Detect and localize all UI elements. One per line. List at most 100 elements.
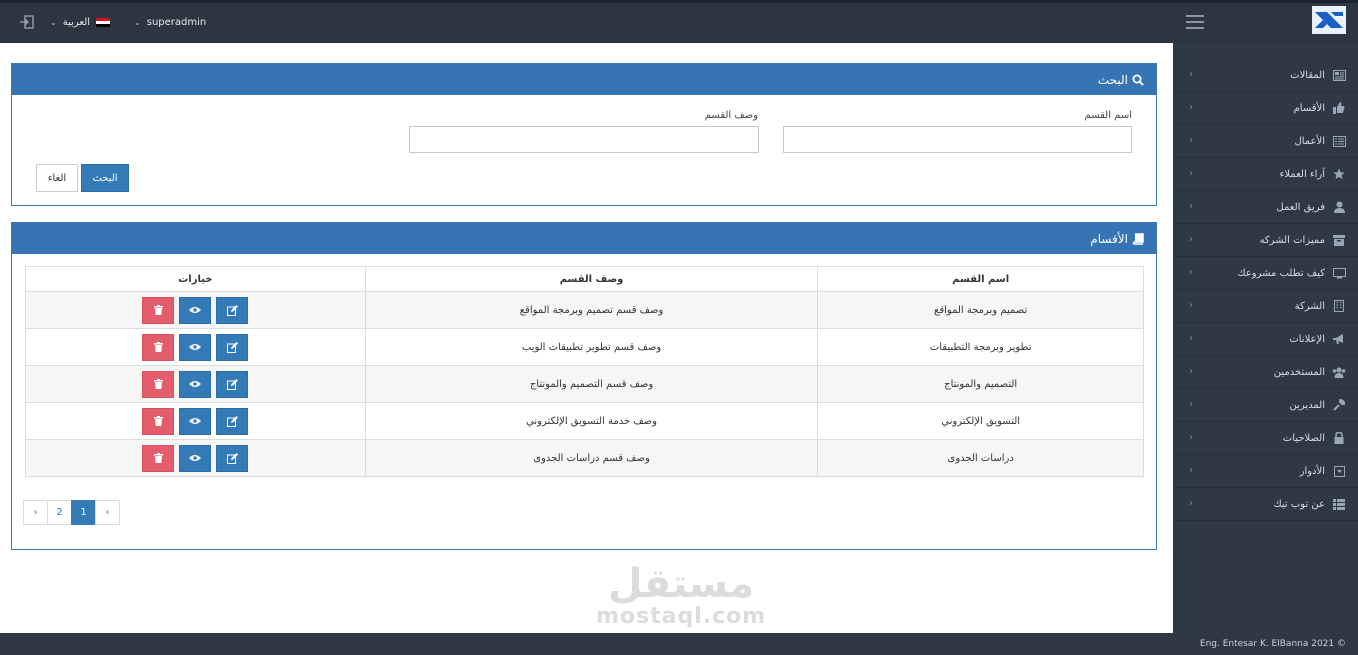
cancel-button[interactable]: الغاء [36,164,78,192]
sidebar-item-label: الإعلانات [1289,333,1325,345]
chevron-left-icon: ‹ [1189,267,1193,278]
view-button[interactable] [179,333,212,361]
cell-options [25,328,366,366]
search-button[interactable]: البحث [81,164,129,192]
view-button[interactable] [179,444,212,472]
sidebar-item[interactable]: مميزات الشركه ‹ [1173,224,1358,257]
users-icon [1332,366,1346,378]
cell-section-name: دراسات الجدوى [817,439,1144,477]
chevron-left-icon: ‹ [1189,498,1193,509]
pagination-next[interactable]: ‹ [95,500,120,525]
chevron-left-icon: ‹ [1189,234,1193,245]
sidebar-item[interactable]: الأعمال ‹ [1173,125,1358,158]
pagination-page-1[interactable]: 1 [71,500,96,525]
edit-button[interactable] [216,370,249,398]
sidebar-item[interactable]: المديرين ‹ [1173,389,1358,422]
trash-icon [153,379,163,389]
sidebar-item-label: فريق العمل [1276,201,1325,213]
pagination-prev[interactable]: › [23,500,48,525]
edit-icon [226,415,238,427]
table-row: دراسات الجدوى وصف قسم دراسات الجدوى [25,439,1144,477]
sidebar-item-label: المقالات [1290,69,1325,81]
cell-section-name: تصميم وبرمجة المواقع [817,291,1144,329]
edit-button[interactable] [216,407,249,435]
cell-section-name: تطوير وبرمجة التطبيقات [817,328,1144,366]
table-row: التصميم والمونتاج وصف قسم التصميم والمونت… [25,365,1144,403]
cell-section-name: التسويق الإلكتروني [817,402,1144,440]
sidebar-item-label: الشركة [1294,300,1325,312]
navbar-left-group: ⌄ العربية ⌄ superadmin [18,13,206,31]
sidebar-item[interactable]: الصلاحيات ‹ [1173,422,1358,455]
book-icon [1132,232,1144,245]
delete-button[interactable] [142,407,175,435]
sidebar-item[interactable]: المقالات ‹ [1173,59,1358,92]
sections-panel-header: الأقسام [12,223,1156,254]
sidebar-item[interactable]: آراء العملاء ‹ [1173,158,1358,191]
sidebar-item[interactable]: المستخدمين ‹ [1173,356,1358,389]
chevron-left-icon: ‹ [1189,168,1193,179]
sidebar-item-label: كيف تطلب مشروعك [1237,267,1325,279]
pagination-page-2[interactable]: 2 [47,500,72,525]
cell-options [25,365,366,403]
view-button[interactable] [179,296,212,324]
chevron-left-icon: ‹ [1189,102,1193,113]
menu-toggle-button[interactable] [1186,15,1204,29]
edit-button[interactable] [216,333,249,361]
search-panel-header: البحث [12,64,1156,95]
cell-section-name: التصميم والمونتاج [817,365,1144,403]
square-caret-icon [1332,465,1346,477]
row-actions [26,333,365,361]
sidebar-item-label: المستخدمين [1273,366,1325,378]
sidebar-item[interactable]: الشركة ‹ [1173,290,1358,323]
section-desc-input[interactable] [409,126,759,153]
section-name-label: اسم القسم [1084,110,1132,121]
table-header-row: اسم القسم وصف القسم خيارات [25,266,1144,292]
chevron-left-icon: ‹ [1189,366,1193,377]
delete-button[interactable] [142,296,175,324]
cell-section-desc: وصف خدمة التسويق الإلكتروني [364,402,819,440]
edit-icon [226,304,238,316]
sidebar-item[interactable]: الأقسام ‹ [1173,92,1358,125]
watermark-arabic: مستقل [607,561,755,607]
sidebar-item-label: المديرين [1289,399,1325,411]
egypt-flag-icon [96,17,111,27]
edit-icon [226,378,238,390]
edit-button[interactable] [216,296,249,324]
sidebar-item[interactable]: كيف تطلب مشروعك ‹ [1173,257,1358,290]
search-panel: البحث اسم القسم وصف القسم [11,63,1157,206]
top-navbar: ⌄ العربية ⌄ superadmin [0,0,1358,43]
sections-panel: الأقسام اسم القسم وصف القسم خيارات تصميم… [11,222,1157,550]
list-icon [1332,498,1346,510]
archive-icon [1332,234,1346,246]
cell-options [25,291,366,329]
footer: Eng. Entesar K. ElBanna 2021 © [0,633,1358,655]
search-icon [1132,74,1144,86]
delete-button[interactable] [142,444,175,472]
sidebar-item[interactable]: الإعلانات ‹ [1173,323,1358,356]
chevron-left-icon: ‹ [1189,333,1193,344]
view-button[interactable] [179,370,212,398]
chevron-left-icon: ‹ [1189,201,1193,212]
edit-icon [226,341,238,353]
section-desc-label: وصف القسم [704,110,758,121]
language-dropdown[interactable]: ⌄ العربية [50,17,111,28]
section-name-input[interactable] [783,126,1132,153]
logo[interactable] [1312,6,1346,34]
sidebar-item-label: الأقسام [1293,102,1325,114]
sections-panel-title: الأقسام [1090,231,1128,246]
delete-button[interactable] [142,333,175,361]
delete-button[interactable] [142,370,175,398]
view-button[interactable] [179,407,212,435]
user-dropdown[interactable]: ⌄ superadmin [134,17,206,28]
row-actions [26,296,365,324]
edit-button[interactable] [216,444,249,472]
sidebar-item[interactable]: فريق العمل ‹ [1173,191,1358,224]
thumbs-up-icon [1332,102,1346,114]
logout-icon[interactable] [18,13,36,31]
sidebar-item[interactable]: عن توب تيك ‹ [1173,488,1358,521]
cell-options [25,402,366,440]
list-alt-icon [1332,135,1346,147]
trash-icon [153,305,163,315]
username: superadmin [146,16,207,28]
sidebar-item[interactable]: الأدوار ‹ [1173,455,1358,488]
